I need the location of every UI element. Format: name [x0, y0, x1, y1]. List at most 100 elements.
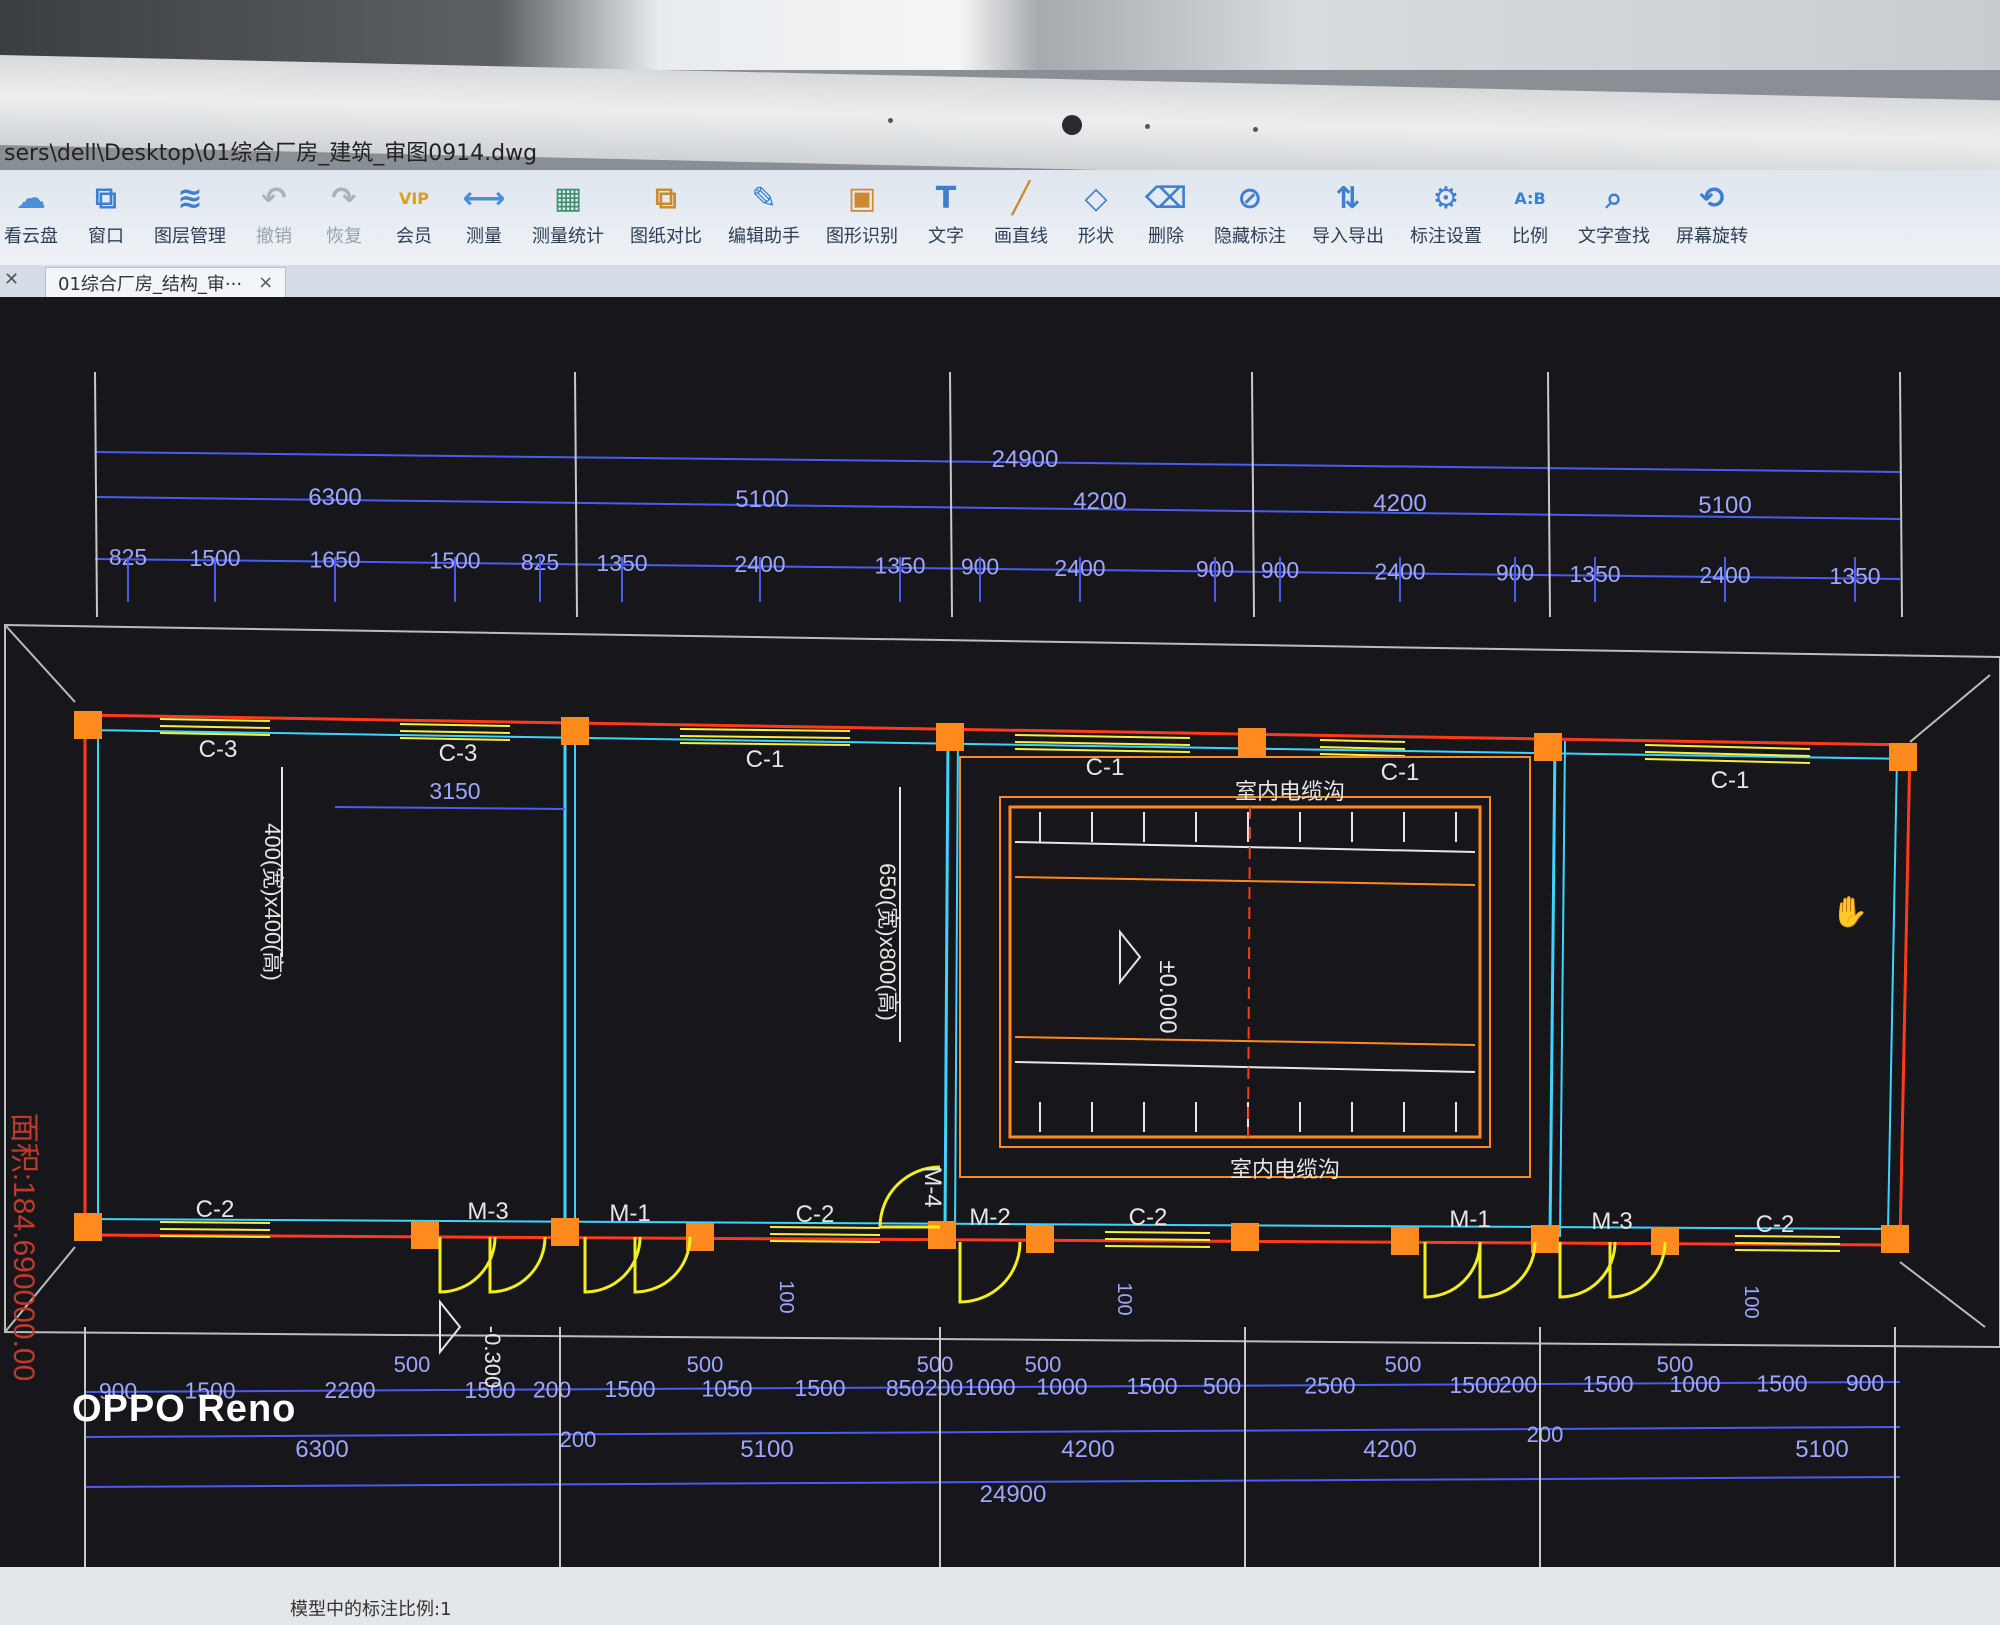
column [74, 1213, 102, 1241]
window-line [1104, 1238, 1211, 1241]
tab-document[interactable]: 01综合厂房_结构_审··· × [45, 267, 287, 297]
dimension-bay-top: 4200 [1073, 488, 1126, 515]
toolbar-button-annotation-settings[interactable]: ⚙ 标注设置 [1410, 170, 1482, 248]
window-label: C-2 [196, 1196, 235, 1223]
window-line [159, 725, 271, 729]
column [1231, 1223, 1259, 1251]
toolbar-button-line[interactable]: ╱ 画直线 [994, 170, 1048, 248]
toolbar-button-edit-assistant[interactable]: ✎ 编辑助手 [728, 170, 800, 248]
measure-icon: ⟷ [462, 180, 506, 216]
window-line [1644, 758, 1811, 764]
toolbar-button-hide-annotation[interactable]: ⊘ 隐藏标注 [1214, 170, 1286, 248]
dimension-total-top: 24900 [992, 446, 1059, 473]
toolbar-button-measure[interactable]: ⟷ 测量 [462, 170, 506, 248]
window-line [1104, 1231, 1211, 1234]
photo-background [0, 0, 2000, 70]
toolbar-button-label: 图层管理 [154, 226, 226, 247]
door-m3 [438, 1236, 497, 1294]
window-label: C-1 [1086, 754, 1125, 781]
toolbar-button-rotate-screen[interactable]: ⟲ 屏幕旋转 [1676, 170, 1748, 248]
window-icon: ⧉ [95, 180, 117, 216]
app-window: sers\dell\Desktop\01综合厂房_建筑_审图0914.dwg ☁… [0, 125, 2000, 1625]
close-icon[interactable]: ✕ [4, 269, 19, 290]
window-label: C-2 [796, 1201, 835, 1228]
dimension-bay-top: 5100 [735, 486, 788, 513]
toolbar-button-label: 导入导出 [1312, 226, 1384, 247]
scale-icon: A:B [1514, 188, 1546, 208]
outdoor-elevation-label: -0.300 [480, 1326, 505, 1388]
toolbar-button-label: 测量 [466, 226, 502, 247]
boundary-diagonal [4, 624, 76, 703]
outdoor-elevation-symbol [439, 1299, 462, 1355]
dimension-small-bottom: 500 [1025, 1352, 1062, 1377]
toolbar-button-compare[interactable]: ⧉ 图纸对比 [630, 170, 702, 248]
door-label: M-2 [969, 1204, 1010, 1231]
door-label: M-1 [609, 1200, 650, 1227]
axis-line [1547, 371, 1551, 618]
cable-trench-label: 室内电缆沟 [1230, 1157, 1340, 1182]
toolbar-button-text-search[interactable]: ⌕ 文字查找 [1578, 170, 1650, 248]
dimension-total-bottom: 24900 [980, 1481, 1047, 1508]
dimension-detail-bottom: 2500 [1304, 1372, 1355, 1398]
column [936, 723, 964, 751]
toolbar-button-shape[interactable]: ◇ 形状 [1074, 170, 1118, 248]
document-tabbar: ✕ 01综合厂房_结构_审··· × [0, 265, 2000, 297]
column [411, 1221, 439, 1249]
drawing-canvas[interactable]: 24900 6300 5100 4200 4200 5100 825 1500 1650 1500… [0, 297, 2000, 1567]
dimension-bay-bottom: 5100 [1795, 1436, 1848, 1463]
dimension-bay-top: 4200 [1373, 490, 1426, 517]
door-label: M-4 [919, 1166, 946, 1207]
toolbar-button-import-export[interactable]: ⇅ 导入导出 [1312, 170, 1384, 248]
dimension-200: 200 [560, 1427, 597, 1452]
toolbar-button-layers[interactable]: ≋ 图层管理 [154, 170, 226, 248]
tab-close-icon[interactable]: × [258, 272, 273, 293]
tab-label: 01综合厂房_结构_审··· [58, 273, 243, 295]
toolbar-button-undo[interactable]: ↶ 撤销 [252, 170, 296, 248]
dimension-small-bottom: 500 [687, 1352, 724, 1377]
toolbar-button-shape-recognize[interactable]: ▣ 图形识别 [826, 170, 898, 248]
edit-assistant-icon: ✎ [751, 180, 777, 216]
trench-line [1014, 876, 1476, 886]
status-bar: 模型中的标注比例:1 [0, 1567, 2000, 1625]
column [1026, 1225, 1054, 1253]
toolbar-button-text[interactable]: T 文字 [924, 170, 968, 248]
toolbar-button-window[interactable]: ⧉ 窗口 [84, 170, 128, 248]
wall-right-outer [1898, 744, 1912, 1246]
window-line [769, 1233, 881, 1236]
measure-stats-icon: ▦ [553, 180, 583, 216]
dimension-detail-bottom: 1500 [1756, 1370, 1807, 1396]
layers-icon: ≋ [177, 180, 203, 216]
toolbar-button-vip[interactable]: VIP 会员 [392, 170, 436, 248]
dimension-detail-bottom: 1500 [604, 1376, 655, 1402]
axis-line [94, 371, 98, 618]
trench-line [1014, 1036, 1476, 1046]
toolbar-button-label: 看云盘 [4, 226, 58, 247]
toolbar-button-scale[interactable]: A:B 比例 [1508, 170, 1552, 248]
wall-bottom-outer [84, 1233, 1901, 1247]
toolbar-button-cloud[interactable]: ☁ 看云盘 [4, 170, 58, 248]
undo-icon: ↶ [261, 180, 287, 216]
toolbar-button-eraser[interactable]: ⌫ 删除 [1144, 170, 1188, 248]
toolbar-button-label: 测量统计 [532, 226, 604, 247]
toolbar-button-label: 隐藏标注 [1214, 226, 1286, 247]
redo-icon: ↷ [331, 180, 357, 216]
opening-note: 650(宽)x800(高) [875, 863, 900, 1021]
import-export-icon: ⇅ [1335, 180, 1361, 216]
window-line [159, 1235, 271, 1238]
dimension-detail-bottom: 1500 [1582, 1371, 1633, 1397]
toolbar-button-redo[interactable]: ↷ 恢复 [322, 170, 366, 248]
dimension-bay-top: 5100 [1698, 492, 1751, 519]
window-label: C-1 [746, 746, 785, 773]
toolbar-button-label: 屏幕旋转 [1676, 226, 1748, 247]
trench-centerline [1247, 806, 1251, 1138]
axis-line [949, 371, 953, 618]
toolbar-button-label: 删除 [1148, 226, 1184, 247]
dimension-detail-bottom: 900 [1846, 1370, 1884, 1396]
dimension-detail-bottom: 500 [1203, 1373, 1241, 1399]
column [1238, 728, 1266, 756]
door-m1 [1478, 1241, 1537, 1299]
eraser-icon: ⌫ [1144, 180, 1188, 216]
toolbar-button-measure-stats[interactable]: ▦ 测量统计 [532, 170, 604, 248]
cad-drawing[interactable]: 249006300 5100 4200 4200 5100825 1500 1650 1500… [0, 297, 2000, 1567]
dimension-bay-bottom: 5100 [740, 1436, 793, 1463]
